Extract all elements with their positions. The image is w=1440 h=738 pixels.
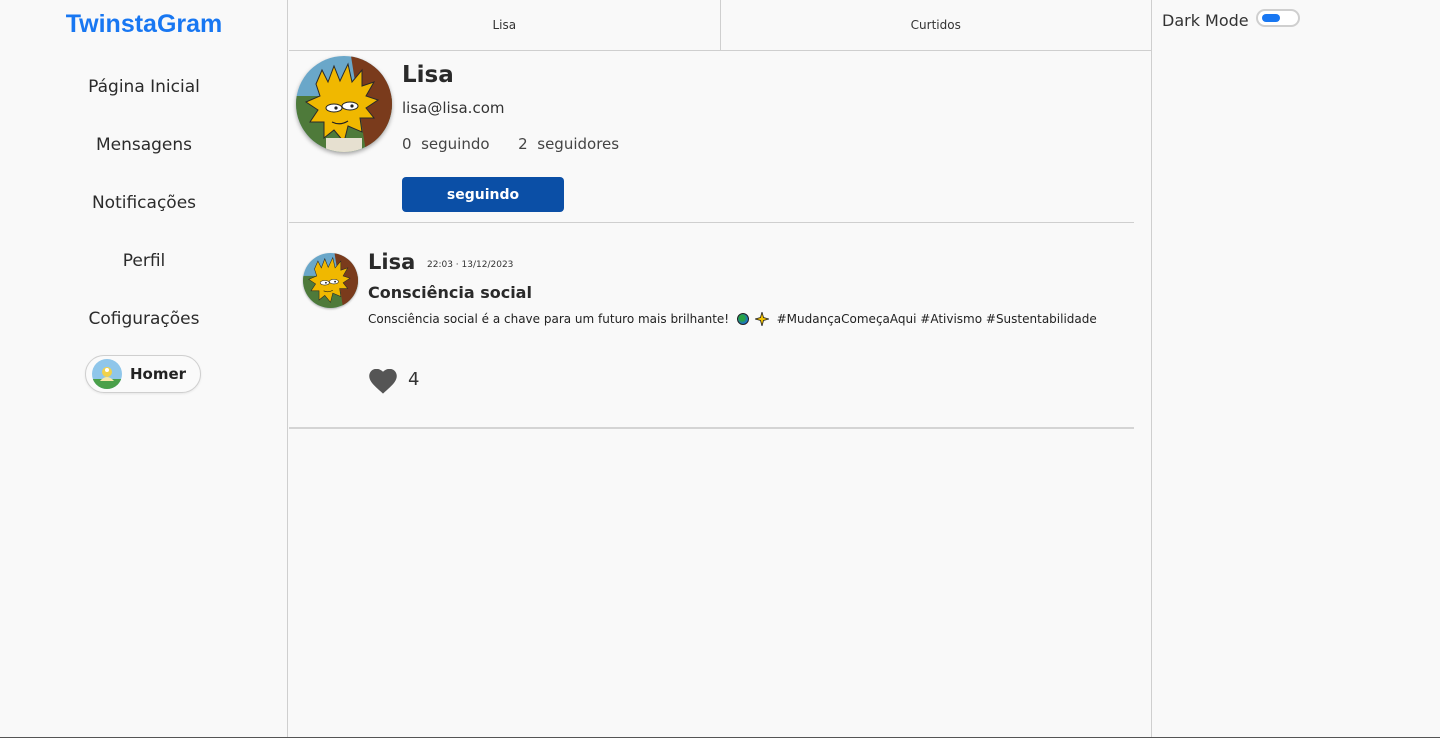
post-body: Consciência social é a chave para um fut… xyxy=(368,312,1097,326)
profile-tabs: Lisa Curtidos xyxy=(289,0,1151,51)
dark-mode-toggle[interactable] xyxy=(1256,9,1300,27)
post-timestamp: 22:03 · 13/12/2023 xyxy=(427,260,514,270)
post-author-name[interactable]: Lisa xyxy=(368,250,415,274)
sidebar-item-messages[interactable]: Mensagens xyxy=(0,135,288,155)
heart-icon[interactable] xyxy=(369,369,397,395)
dark-mode-label: Dark Mode xyxy=(1162,11,1249,30)
follow-button[interactable]: seguindo xyxy=(402,177,564,212)
post-body-text: Consciência social é a chave para um fut… xyxy=(368,312,730,326)
tab-posts[interactable]: Lisa xyxy=(289,0,720,50)
tab-liked[interactable]: Curtidos xyxy=(719,0,1152,50)
profile-stats: 0 seguindo 2 seguidores xyxy=(402,135,619,153)
globe-emoji-icon xyxy=(736,313,749,325)
sidebar-item-settings[interactable]: Cofigurações xyxy=(0,309,288,329)
post-divider xyxy=(289,427,1134,429)
dark-mode-toggle-knob xyxy=(1262,14,1280,22)
current-user-avatar xyxy=(92,359,122,389)
followers-count: 2 xyxy=(518,135,528,153)
profile-divider xyxy=(289,222,1134,223)
app-logo[interactable]: TwinstaGram xyxy=(0,10,288,39)
sparkle-emoji-icon xyxy=(754,312,769,326)
sidebar-item-notifications[interactable]: Notificações xyxy=(0,193,288,213)
sidebar-item-profile[interactable]: Perfil xyxy=(0,251,288,271)
sidebar: TwinstaGram Página Inicial Mensagens Not… xyxy=(0,0,288,738)
current-user-button[interactable]: Homer xyxy=(85,355,201,393)
post-hashtags[interactable]: #MudançaComeçaAqui #Ativismo #Sustentabi… xyxy=(777,312,1097,326)
profile-avatar xyxy=(296,56,392,152)
post-author-avatar[interactable] xyxy=(303,253,358,308)
current-user-name: Homer xyxy=(130,365,187,383)
main-content: Lisa Curtidos Lisa lisa@lisa.com 0 segui… xyxy=(289,0,1152,738)
profile-name: Lisa xyxy=(402,62,454,88)
right-panel: Dark Mode xyxy=(1152,0,1440,738)
post-title: Consciência social xyxy=(368,283,532,302)
like-count: 4 xyxy=(408,369,420,390)
followers-label[interactable]: seguidores xyxy=(537,135,619,153)
sidebar-item-home[interactable]: Página Inicial xyxy=(0,77,288,97)
following-count: 0 xyxy=(402,135,412,153)
following-label[interactable]: seguindo xyxy=(421,135,489,153)
profile-email: lisa@lisa.com xyxy=(402,99,505,117)
